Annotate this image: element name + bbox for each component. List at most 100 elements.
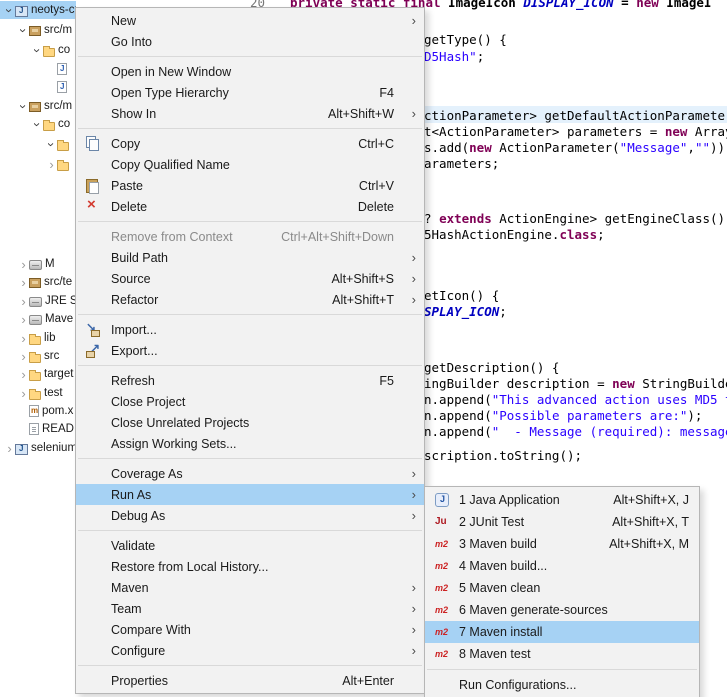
tree-item-src-m[interactable]: ›src/m [0,21,76,39]
menu-item-label: Go Into [111,35,394,49]
menu-item-label: 5 Maven clean [459,581,689,595]
menu-item-assign-working-sets[interactable]: Assign Working Sets... [76,433,424,454]
menu-separator [78,530,422,531]
java-file-icon [57,81,67,93]
tree-item-src-te[interactable]: ›src/te [0,273,76,291]
tree-item-co[interactable]: ›co [0,115,76,133]
tree-item-neotys-cu[interactable]: ›neotys-cu [0,1,76,19]
chevron-collapsed-icon[interactable]: › [18,258,29,271]
code-segment: " - Message (required): message t [492,424,727,439]
tree-item-read[interactable]: READ [0,420,76,438]
menu-item-maven[interactable]: Maven› [76,577,424,598]
code-line: n.append("This advanced action uses MD5 … [424,392,727,408]
menu-item-copy[interactable]: CopyCtrl+C [76,133,424,154]
code-segment: class [559,227,597,242]
menu-item-source[interactable]: SourceAlt+Shift+S› [76,268,424,289]
menu-item-open-in-new-window[interactable]: Open in New Window [76,61,424,82]
menu-item-1-java-application[interactable]: 1 Java ApplicationAlt+Shift+X, J [425,489,699,511]
tree-item-jre-sy[interactable]: ›JRE Sy [0,292,76,310]
tree-item-node[interactable] [0,78,76,96]
code-segment: DISPLAY_ICON [523,0,613,10]
menu-item-validate[interactable]: Validate [76,535,424,556]
menu-item-import[interactable]: Import... [76,319,424,340]
folder-icon [43,48,55,57]
menu-item-paste[interactable]: PasteCtrl+V [76,175,424,196]
menu-item-coverage-as[interactable]: Coverage As› [76,463,424,484]
menu-item-label: Paste [111,179,339,193]
menu-item-show-in[interactable]: Show InAlt+Shift+W› [76,103,424,124]
submenu-arrow-icon: › [412,601,416,616]
chevron-collapsed-icon[interactable]: › [18,276,29,289]
code-segment: ); [687,408,702,423]
code-segment: arameters; [424,156,499,171]
chevron-collapsed-icon[interactable]: › [18,350,29,363]
project-icon [15,6,28,17]
menu-item-remove-from-context[interactable]: Remove from ContextCtrl+Alt+Shift+Down [76,226,424,247]
chevron-collapsed-icon[interactable]: › [18,368,29,381]
menu-item-properties[interactable]: PropertiesAlt+Enter [76,670,424,691]
code-line: etIcon() { [424,288,499,304]
m2-icon [434,624,450,640]
tree-item-node[interactable]: › [0,135,76,153]
menu-item-5-maven-clean[interactable]: 5 Maven clean [425,577,699,599]
menu-item-copy-qualified-name[interactable]: Copy Qualified Name [76,154,424,175]
menu-item-configure[interactable]: Configure› [76,640,424,661]
menu-item-label: Import... [111,323,394,337]
tree-item-node[interactable]: › [0,155,76,173]
submenu-arrow-icon: › [412,508,416,523]
chevron-collapsed-icon[interactable]: › [18,295,29,308]
code-segment: )); [710,140,727,155]
menu-item-close-unrelated-projects[interactable]: Close Unrelated Projects [76,412,424,433]
menu-item-2-junit-test[interactable]: 2 JUnit TestAlt+Shift+X, T [425,511,699,533]
tree-item-mave[interactable]: ›Mave [0,310,76,328]
menu-item-4-maven-build[interactable]: 4 Maven build... [425,555,699,577]
code-segment: etIcon() { [424,288,499,303]
tree-item-m[interactable]: ›M [0,255,76,273]
menu-item-new[interactable]: New› [76,10,424,31]
menu-item-restore-from-local-history[interactable]: Restore from Local History... [76,556,424,577]
menu-item-run-configurations[interactable]: Run Configurations... [425,674,699,696]
menu-item-label: New [111,14,394,28]
menu-item-shortcut: F5 [379,374,394,388]
m2-icon [434,646,450,662]
tree-item-node[interactable] [0,60,76,78]
tree-item-pom-x[interactable]: pom.x [0,402,76,420]
chevron-collapsed-icon[interactable]: › [4,442,15,455]
code-segment: n.append( [424,424,492,439]
menu-item-3-maven-build[interactable]: 3 Maven buildAlt+Shift+X, M [425,533,699,555]
chevron-collapsed-icon[interactable]: › [18,332,29,345]
menu-item-delete[interactable]: DeleteDelete [76,196,424,217]
tree-item-selenium[interactable]: ›selenium [0,439,76,457]
menu-item-label: Coverage As [111,467,394,481]
menu-item-debug-as[interactable]: Debug As› [76,505,424,526]
code-segment: ; [499,304,507,319]
menu-item-8-maven-test[interactable]: 8 Maven test [425,643,699,665]
menu-item-open-type-hierarchy[interactable]: Open Type HierarchyF4 [76,82,424,103]
tree-item-label: M [45,258,55,270]
menu-item-go-into[interactable]: Go Into [76,31,424,52]
tree-item-co[interactable]: ›co [0,41,76,59]
menu-item-refactor[interactable]: RefactorAlt+Shift+T› [76,289,424,310]
menu-item-export[interactable]: Export... [76,340,424,361]
package-icon [29,26,41,36]
tree-item-target[interactable]: ›target [0,365,76,383]
code-segment: "This advanced action uses MD5 to [492,392,727,407]
tree-item-src-m[interactable]: ›src/m [0,97,76,115]
tree-item-src[interactable]: ›src [0,347,76,365]
menu-item-run-as[interactable]: Run As› [76,484,424,505]
chevron-collapsed-icon[interactable]: › [18,387,29,400]
code-segment: s.add( [424,140,469,155]
chevron-collapsed-icon[interactable]: › [46,158,57,171]
menu-item-team[interactable]: Team› [76,598,424,619]
tree-item-lib[interactable]: ›lib [0,329,76,347]
menu-item-compare-with[interactable]: Compare With› [76,619,424,640]
menu-item-6-maven-generate-sources[interactable]: 6 Maven generate-sources [425,599,699,621]
tree-item-test[interactable]: ›test [0,384,76,402]
menu-item-7-maven-install[interactable]: 7 Maven install [425,621,699,643]
menu-item-refresh[interactable]: RefreshF5 [76,370,424,391]
menu-item-build-path[interactable]: Build Path› [76,247,424,268]
chevron-collapsed-icon[interactable]: › [18,313,29,326]
menu-item-close-project[interactable]: Close Project [76,391,424,412]
code-segment: ImageIcon [448,0,523,10]
tree-item-label: src/m [44,100,72,112]
